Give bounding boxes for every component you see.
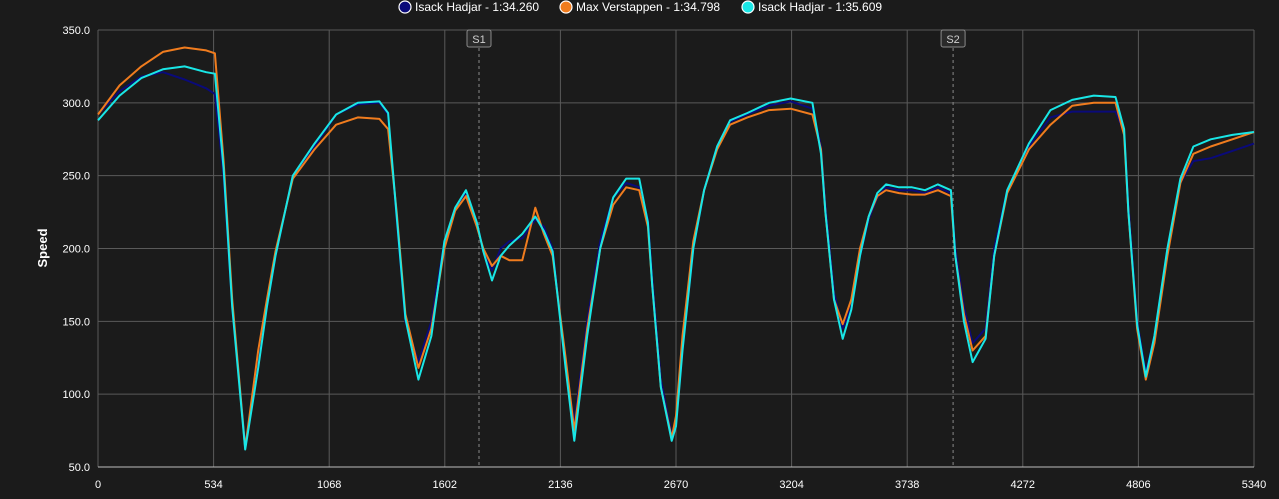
x-tick-label: 4272 — [1011, 479, 1035, 491]
x-tick-label: 1068 — [317, 479, 341, 491]
x-tick-label: 534 — [204, 479, 222, 491]
x-tick-label: 2136 — [548, 479, 572, 491]
x-tick-label: 3738 — [895, 479, 919, 491]
sector-label: S2 — [946, 34, 959, 46]
x-tick-label: 3204 — [779, 479, 803, 491]
x-tick-label: 1602 — [433, 479, 457, 491]
x-tick-label: 5340 — [1242, 479, 1266, 491]
speed-chart: S1 S2 0 534 1068 1602 2136 2670 3204 3738 4272 480… — [0, 0, 1279, 499]
sector-label: S1 — [472, 34, 485, 46]
x-tick-label: 0 — [95, 479, 101, 491]
legend-swatch — [559, 0, 573, 14]
y-axis-label: Speed — [35, 228, 50, 267]
y-tick-label: 300.0 — [62, 98, 90, 110]
legend-swatch — [398, 0, 412, 14]
legend-item-2[interactable]: Max Verstappen - 1:34.798 — [559, 0, 720, 14]
legend-item-3[interactable]: Isack Hadjar - 1:35.609 — [741, 0, 882, 14]
legend-swatch — [741, 0, 755, 14]
chart-background — [0, 0, 1279, 499]
legend-label: Isack Hadjar - 1:34.260 — [415, 0, 539, 14]
legend-label: Isack Hadjar - 1:35.609 — [758, 0, 882, 14]
x-tick-label: 4806 — [1126, 479, 1150, 491]
y-tick-label: 150.0 — [62, 316, 90, 328]
y-tick-label: 250.0 — [62, 171, 90, 183]
legend-item-1[interactable]: Isack Hadjar - 1:34.260 — [398, 0, 539, 14]
y-tick-label: 100.0 — [62, 389, 90, 401]
y-tick-label: 50.0 — [69, 462, 90, 474]
legend[interactable]: Isack Hadjar - 1:34.260 Max Verstappen - … — [398, 0, 882, 14]
legend-label: Max Verstappen - 1:34.798 — [576, 0, 720, 14]
y-tick-label: 350.0 — [62, 25, 90, 37]
y-tick-label: 200.0 — [62, 244, 90, 256]
x-tick-label: 2670 — [664, 479, 688, 491]
